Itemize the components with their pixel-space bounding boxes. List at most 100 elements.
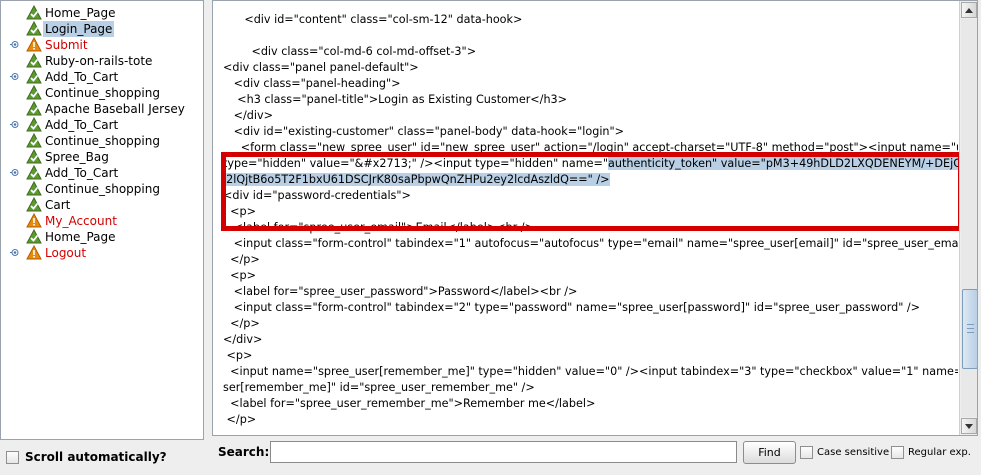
code-line: <div id="existing-customer" class="panel… xyxy=(223,125,625,138)
scroll-down-button[interactable] xyxy=(961,418,977,434)
code-line: ser[remember_me]" id="spree_user_remembe… xyxy=(223,381,535,394)
code-line: <div class="panel panel-default"> xyxy=(223,61,419,74)
tree-item[interactable]: Submit xyxy=(1,36,201,53)
code-line: j2lQjtB6o5T2F1bxU61DSCJrK80saPbpwQnZHPu2… xyxy=(223,173,610,187)
tree-item[interactable]: Spree_Bag xyxy=(1,148,201,165)
tree-item[interactable]: Add_To_Cart xyxy=(1,164,201,181)
tree-item[interactable]: Add_To_Cart xyxy=(1,116,201,133)
response-data-view[interactable]: <div id="content" class="col-sm-12" data… xyxy=(212,0,978,436)
tree-item-label: Home_Page xyxy=(45,230,116,244)
code-line: <label for="spree_user_password">Passwor… xyxy=(223,285,578,298)
warning-icon xyxy=(26,36,42,53)
scroll-thumb[interactable] xyxy=(962,289,977,369)
search-bar: Search: Find Case sensitive Regular exp. xyxy=(212,436,981,475)
code-text: type="hidden" value="&#x2713;" /><input … xyxy=(223,157,609,170)
arrow-down-icon xyxy=(965,423,973,429)
code-line: <p> xyxy=(223,349,253,362)
sampler-result-tree[interactable]: Home_Page Login_Page Submit Ruby-on-rails-t… xyxy=(0,0,204,440)
code-line: <label for="spree_user_email">Email</lab… xyxy=(223,221,534,234)
code-line: <h3 class="panel-title">Login as Existin… xyxy=(223,93,568,106)
success-icon xyxy=(26,164,42,181)
scroll-automatically-label: Scroll automatically? xyxy=(25,450,167,464)
tree-item-label: Add_To_Cart xyxy=(45,166,119,180)
code-line: </p> xyxy=(223,413,257,426)
code-line: <input name="spree_user[remember_me]" ty… xyxy=(223,365,958,378)
success-icon xyxy=(26,148,42,165)
code-line: <form class="new_spree_user" id="new_spr… xyxy=(223,141,958,154)
success-icon xyxy=(26,4,42,21)
selected-code-text: j2lQjtB6o5T2F1bxU61DSCJrK80saPbpwQnZHPu2… xyxy=(223,173,610,186)
find-button[interactable]: Find xyxy=(743,441,796,464)
tree-item-label: Continue_shopping xyxy=(45,86,160,100)
expand-handle-icon[interactable] xyxy=(10,168,19,177)
search-input[interactable] xyxy=(270,441,737,463)
success-icon xyxy=(26,196,42,213)
success-icon xyxy=(26,116,42,133)
tree-item-label: Ruby-on-rails-tote xyxy=(45,54,153,68)
code-line: </p> xyxy=(223,317,260,330)
selected-code-text: authenticity_token" value="pM3+49hDLD2LX… xyxy=(608,157,958,170)
success-icon xyxy=(26,84,42,101)
success-icon xyxy=(26,20,42,37)
tree-item[interactable]: Home_Page xyxy=(1,228,201,245)
tree-item[interactable]: Continue_shopping xyxy=(1,132,201,149)
success-icon xyxy=(26,100,42,117)
regex-checkbox[interactable] xyxy=(891,446,904,459)
tree-item[interactable]: Logout xyxy=(1,244,201,261)
tree-item-label: Home_Page xyxy=(45,6,116,20)
code-line: <label for="spree_user_remember_me">Reme… xyxy=(223,397,596,410)
expand-handle-icon[interactable] xyxy=(10,120,19,129)
code-line: </div> xyxy=(223,109,274,122)
scroll-track[interactable] xyxy=(961,19,977,417)
scroll-automatically-checkbox[interactable] xyxy=(6,451,19,464)
expand-handle-icon[interactable] xyxy=(10,40,19,49)
panel-splitter[interactable] xyxy=(204,0,212,475)
success-icon xyxy=(26,68,42,85)
code-line: <div id="password-credentials"> xyxy=(223,189,411,202)
code-line: type="hidden" value="&#x2713;" /><input … xyxy=(223,157,958,171)
success-icon xyxy=(26,132,42,149)
expand-handle-icon[interactable] xyxy=(10,72,19,81)
tree-item-label: Continue_shopping xyxy=(45,134,160,148)
case-sensitive-label: Case sensitive xyxy=(817,447,890,458)
arrow-up-icon xyxy=(965,7,973,13)
tree-item[interactable]: Ruby-on-rails-tote xyxy=(1,52,201,69)
code-line: <div class="panel-heading"> xyxy=(223,77,401,90)
tree-item-label: Add_To_Cart xyxy=(45,118,119,132)
code-line: <input class="form-control" tabindex="2"… xyxy=(223,301,921,314)
success-icon xyxy=(26,52,42,69)
code-line: <p> xyxy=(223,269,256,282)
code-line: <input class="form-control" tabindex="1"… xyxy=(223,237,958,250)
tree-item[interactable]: Cart xyxy=(1,196,201,213)
tree-item-label: Cart xyxy=(45,198,71,212)
tree-item[interactable]: Login_Page xyxy=(1,20,201,37)
scroll-automatically-row: Scroll automatically? xyxy=(0,441,204,475)
search-label: Search: xyxy=(218,445,270,459)
tree-item-label: Apache Baseball Jersey xyxy=(45,102,185,116)
regex-label: Regular exp. xyxy=(908,447,971,458)
tree-item[interactable]: My_Account xyxy=(1,212,201,229)
success-icon xyxy=(26,228,42,245)
warning-icon xyxy=(26,212,42,229)
tree-item[interactable]: Home_Page xyxy=(1,4,201,21)
tree-item[interactable]: Continue_shopping xyxy=(1,84,201,101)
tree-item-label: Spree_Bag xyxy=(45,150,109,164)
code-line: </div> xyxy=(223,333,263,346)
tree-item[interactable]: Apache Baseball Jersey xyxy=(1,100,201,117)
tree-item[interactable]: Continue_shopping xyxy=(1,180,201,197)
success-icon xyxy=(26,180,42,197)
tree-item-label: My_Account xyxy=(45,214,117,228)
warning-icon xyxy=(26,244,42,261)
scroll-up-button[interactable] xyxy=(961,2,977,18)
expand-handle-icon[interactable] xyxy=(10,248,19,257)
tree-item-label: Logout xyxy=(45,246,87,260)
tree-item-label: Add_To_Cart xyxy=(45,70,119,84)
vertical-scrollbar[interactable] xyxy=(959,1,977,435)
tree-item-label: Continue_shopping xyxy=(45,182,160,196)
case-sensitive-checkbox[interactable] xyxy=(800,446,813,459)
response-html-text[interactable]: <div id="content" class="col-sm-12" data… xyxy=(213,1,958,435)
tree-item[interactable]: Add_To_Cart xyxy=(1,68,201,85)
code-line: </p> xyxy=(223,253,260,266)
tree-item-label: Login_Page xyxy=(43,21,115,37)
code-line: <div class="col-md-6 col-md-offset-3"> xyxy=(223,45,477,58)
